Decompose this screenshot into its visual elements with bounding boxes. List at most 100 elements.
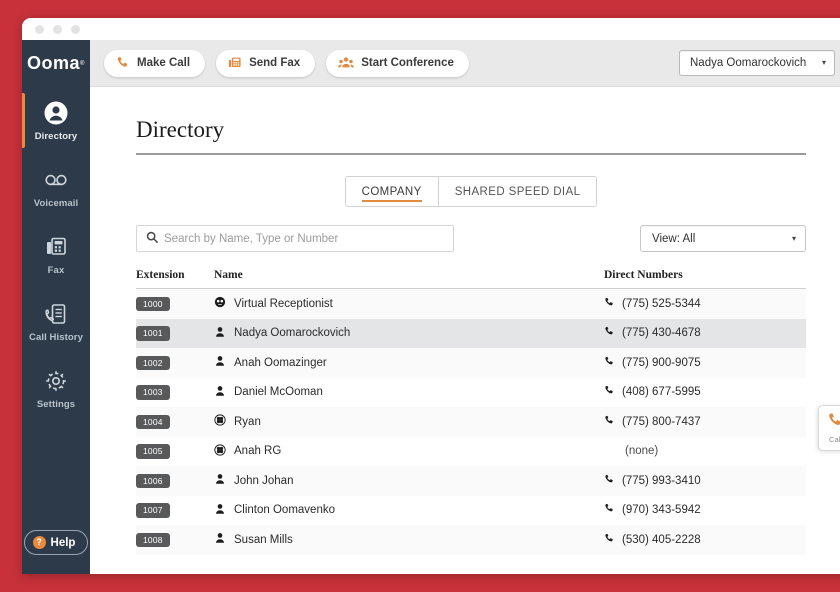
make-call-button[interactable]: Make Call bbox=[104, 50, 205, 77]
ooma-logo: Ooma® bbox=[22, 40, 90, 87]
tab-shared-speed-dial[interactable]: SHARED SPEED DIAL bbox=[438, 177, 597, 206]
sidebar-item-call-history[interactable]: Call History bbox=[22, 288, 90, 355]
row-name-label: John Johan bbox=[234, 475, 293, 487]
row-name-label: Ryan bbox=[234, 416, 261, 428]
sidebar-item-voicemail[interactable]: Voicemail bbox=[22, 154, 90, 221]
main-column: Make Call bbox=[90, 40, 840, 574]
person-icon bbox=[214, 355, 226, 370]
row-extension-cell: 1001 bbox=[136, 326, 208, 341]
row-extension-cell: 1003 bbox=[136, 385, 208, 400]
table-row[interactable]: 1000Virtual Receptionist(775) 525-5344 bbox=[136, 289, 806, 319]
sidebar-item-settings[interactable]: Settings bbox=[22, 355, 90, 422]
start-conference-label: Start Conference bbox=[361, 57, 454, 69]
chevron-down-icon: ▾ bbox=[792, 235, 796, 243]
phone-icon bbox=[604, 474, 615, 488]
user-account-dropdown[interactable]: Nadya Oomarockovich ▾ bbox=[679, 50, 835, 76]
voicemail-icon bbox=[43, 167, 69, 193]
person-icon bbox=[214, 503, 226, 518]
search-box[interactable] bbox=[136, 225, 454, 252]
row-direct-number-label: (775) 800-7437 bbox=[622, 416, 701, 428]
row-direct-number-cell: (none) bbox=[604, 445, 806, 457]
sidebar-item-label: Directory bbox=[35, 131, 78, 142]
close-icon[interactable] bbox=[35, 25, 44, 34]
content-area: Directory COMPANY SHARED SPEED DIAL bbox=[90, 87, 840, 574]
start-conference-button[interactable]: Start Conference bbox=[326, 50, 469, 77]
row-name-label: Anah Oomazinger bbox=[234, 357, 327, 369]
table-row[interactable]: 1007 Clinton Oomavenko(970) 343-5942 bbox=[136, 496, 806, 526]
directory-table: Extension Name Direct Numbers 1000Virtua… bbox=[136, 269, 806, 555]
toolbar: Make Call bbox=[90, 40, 840, 87]
sidebar-item-label: Voicemail bbox=[34, 198, 79, 209]
row-extension-cell: 1006 bbox=[136, 474, 208, 489]
call-side-tab[interactable]: Call bbox=[818, 405, 840, 451]
row-direct-number-label: (775) 993-3410 bbox=[622, 475, 701, 487]
person-icon bbox=[214, 532, 226, 547]
row-name-label: Anah RG bbox=[234, 445, 281, 457]
row-extension-cell: 1005 bbox=[136, 444, 208, 459]
row-direct-number-label: (408) 677-5995 bbox=[622, 386, 701, 398]
row-direct-number-cell: (970) 343-5942 bbox=[604, 503, 806, 517]
phone-icon bbox=[827, 412, 840, 434]
sidebar-item-directory[interactable]: Directory bbox=[22, 87, 90, 154]
fax-icon bbox=[43, 234, 69, 260]
sidebar-item-fax[interactable]: Fax bbox=[22, 221, 90, 288]
help-label: Help bbox=[51, 537, 76, 549]
sidebar: Ooma® Directory bbox=[22, 40, 90, 574]
sidebar-item-label: Fax bbox=[48, 265, 65, 276]
row-extension-cell: 1004 bbox=[136, 415, 208, 430]
row-extension-cell: 1002 bbox=[136, 356, 208, 371]
question-mark-icon: ? bbox=[33, 536, 46, 549]
minimize-icon[interactable] bbox=[53, 25, 62, 34]
row-direct-number-label: (775) 525-5344 bbox=[622, 298, 701, 310]
table-body: 1000Virtual Receptionist(775) 525-534410… bbox=[136, 289, 806, 555]
tab-company[interactable]: COMPANY bbox=[346, 177, 438, 206]
send-fax-button[interactable]: Send Fax bbox=[216, 50, 315, 77]
virtual-receptionist-icon bbox=[214, 296, 226, 311]
table-row[interactable]: 1005 Anah RG (none) bbox=[136, 437, 806, 467]
user-account-value: Nadya Oomarockovich bbox=[690, 57, 806, 69]
help-container: ? Help bbox=[22, 530, 90, 555]
conference-icon bbox=[338, 56, 354, 70]
chevron-down-icon: ▾ bbox=[822, 59, 826, 67]
call-side-tab-label: Call bbox=[829, 435, 840, 444]
row-direct-number-cell: (775) 430-4678 bbox=[604, 326, 806, 340]
row-name-cell: Susan Mills bbox=[208, 532, 604, 547]
search-input[interactable] bbox=[164, 233, 444, 245]
row-direct-number-cell: (408) 677-5995 bbox=[604, 385, 806, 399]
table-row[interactable]: 1003Daniel McOoman(408) 677-5995 bbox=[136, 378, 806, 408]
extension-badge: 1002 bbox=[136, 356, 170, 371]
row-extension-cell: 1007 bbox=[136, 503, 208, 518]
filter-row: View: All ▾ bbox=[136, 225, 806, 252]
row-direct-number-cell: (775) 993-3410 bbox=[604, 474, 806, 488]
search-icon bbox=[146, 230, 158, 248]
tabs-row: COMPANY SHARED SPEED DIAL bbox=[136, 176, 806, 207]
row-direct-number-label: (none) bbox=[625, 445, 658, 457]
table-row[interactable]: 1006 John Johan (775) 993-3410 bbox=[136, 466, 806, 496]
column-header-direct-numbers: Direct Numbers bbox=[604, 269, 806, 281]
view-filter-dropdown[interactable]: View: All ▾ bbox=[640, 225, 806, 252]
table-row[interactable]: 1008Susan Mills(530) 405-2228 bbox=[136, 525, 806, 555]
row-name-cell: Clinton Oomavenko bbox=[208, 503, 604, 518]
sidebar-item-label: Call History bbox=[29, 332, 83, 343]
row-direct-number-cell: (775) 800-7437 bbox=[604, 415, 806, 429]
phone-icon bbox=[604, 503, 615, 517]
maximize-icon[interactable] bbox=[71, 25, 80, 34]
extension-badge: 1005 bbox=[136, 444, 170, 459]
row-name-label: Susan Mills bbox=[234, 534, 293, 546]
row-name-label: Nadya Oomarockovich bbox=[234, 327, 350, 339]
phone-icon bbox=[604, 415, 615, 429]
view-filter-value: View: All bbox=[652, 233, 695, 245]
table-row[interactable]: 1004 Ryan (775) 800-7437 bbox=[136, 407, 806, 437]
window-body: Ooma® Directory bbox=[22, 40, 840, 574]
tabs-group: COMPANY SHARED SPEED DIAL bbox=[345, 176, 598, 207]
person-icon bbox=[214, 473, 226, 488]
extension-badge: 1007 bbox=[136, 503, 170, 518]
ring-group-icon bbox=[214, 444, 226, 459]
extension-badge: 1004 bbox=[136, 415, 170, 430]
row-direct-number-label: (775) 900-9075 bbox=[622, 357, 701, 369]
make-call-label: Make Call bbox=[137, 57, 190, 69]
table-row[interactable]: 1002 Anah Oomazinger (775) 900-9075 bbox=[136, 348, 806, 378]
ring-group-icon bbox=[214, 414, 226, 429]
help-button[interactable]: ? Help bbox=[24, 530, 89, 555]
table-row[interactable]: 1001 Nadya Oomarockovich (775) 430-4678 bbox=[136, 319, 806, 349]
